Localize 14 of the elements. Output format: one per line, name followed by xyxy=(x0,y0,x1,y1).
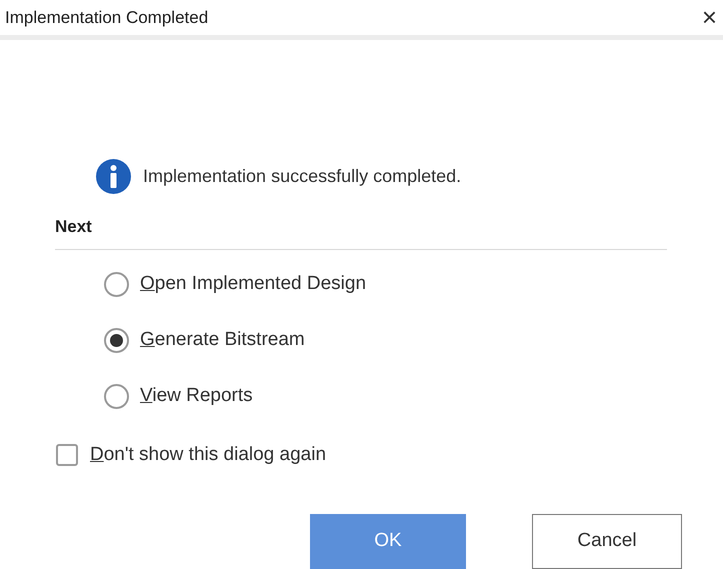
checkbox[interactable] xyxy=(56,444,78,466)
radio-label[interactable]: Generate Bitstream xyxy=(140,326,305,355)
window-title: Implementation Completed xyxy=(5,6,208,28)
close-button[interactable]: × xyxy=(702,4,717,30)
message-text: Implementation successfully completed. xyxy=(143,164,462,188)
checkbox-label: Don't show this dialog again xyxy=(90,442,326,466)
radio-label[interactable]: View Reports xyxy=(140,382,253,411)
cancel-button[interactable]: Cancel xyxy=(532,514,682,569)
section-heading: Next xyxy=(55,216,92,236)
radio-button[interactable] xyxy=(104,272,129,297)
radio-button[interactable] xyxy=(104,384,129,409)
radio-button[interactable] xyxy=(104,328,129,353)
info-icon xyxy=(96,158,131,194)
radio-label[interactable]: Open Implemented Design xyxy=(140,270,366,299)
